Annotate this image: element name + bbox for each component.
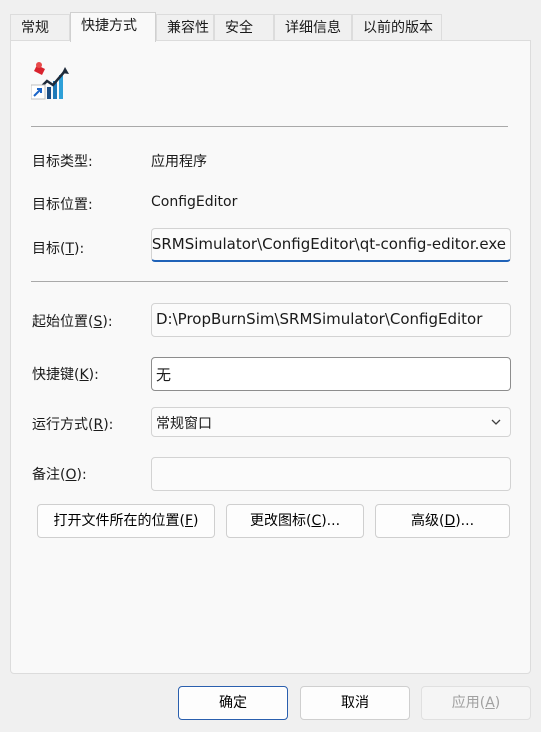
shortcut-panel: 目标类型: 应用程序 目标位置: ConfigEditor 目标(T): D:\…	[10, 40, 531, 674]
target-label: 目标(T):	[32, 241, 85, 257]
tab-shortcut[interactable]: 快捷方式	[70, 12, 156, 42]
advanced-button[interactable]: 高级(D)...	[375, 504, 510, 538]
hotkey-input[interactable]: 无	[151, 357, 511, 391]
ok-button[interactable]: 确定	[178, 686, 288, 720]
change-icon-button[interactable]: 更改图标(C)...	[226, 504, 364, 538]
tab-general[interactable]: 常规	[10, 14, 70, 41]
target-input[interactable]: D:\PropBurnSim\SRMSimulator\ConfigEditor…	[151, 228, 511, 262]
cancel-button[interactable]: 取消	[300, 686, 410, 720]
tab-compatibility[interactable]: 兼容性	[156, 14, 214, 41]
run-select-value: 常规窗口	[156, 416, 212, 432]
target-type-label: 目标类型:	[32, 154, 93, 170]
hotkey-label: 快捷键(K):	[32, 367, 99, 383]
target-type-value: 应用程序	[151, 154, 207, 170]
separator	[31, 281, 508, 282]
target-location-label: 目标位置:	[32, 197, 93, 213]
run-select[interactable]: 常规窗口	[151, 407, 511, 437]
start-in-input[interactable]: D:\PropBurnSim\SRMSimulator\ConfigEditor	[151, 303, 511, 337]
tab-security[interactable]: 安全	[214, 14, 274, 41]
chevron-down-icon	[491, 419, 501, 425]
apply-button[interactable]: 应用(A)	[421, 686, 531, 720]
tab-bar: 常规 快捷方式 兼容性 安全 详细信息 以前的版本	[10, 12, 541, 42]
tab-details[interactable]: 详细信息	[274, 14, 352, 41]
comment-input[interactable]	[151, 457, 511, 491]
separator	[31, 126, 508, 127]
tab-previous-versions[interactable]: 以前的版本	[352, 14, 442, 41]
comment-label: 备注(O):	[32, 467, 87, 483]
open-file-location-button[interactable]: 打开文件所在的位置(F)	[37, 504, 215, 538]
app-chart-rocket-icon	[31, 62, 69, 100]
run-label: 运行方式(R):	[32, 417, 114, 433]
target-location-value: ConfigEditor	[151, 194, 238, 210]
start-in-label: 起始位置(S):	[32, 314, 113, 330]
